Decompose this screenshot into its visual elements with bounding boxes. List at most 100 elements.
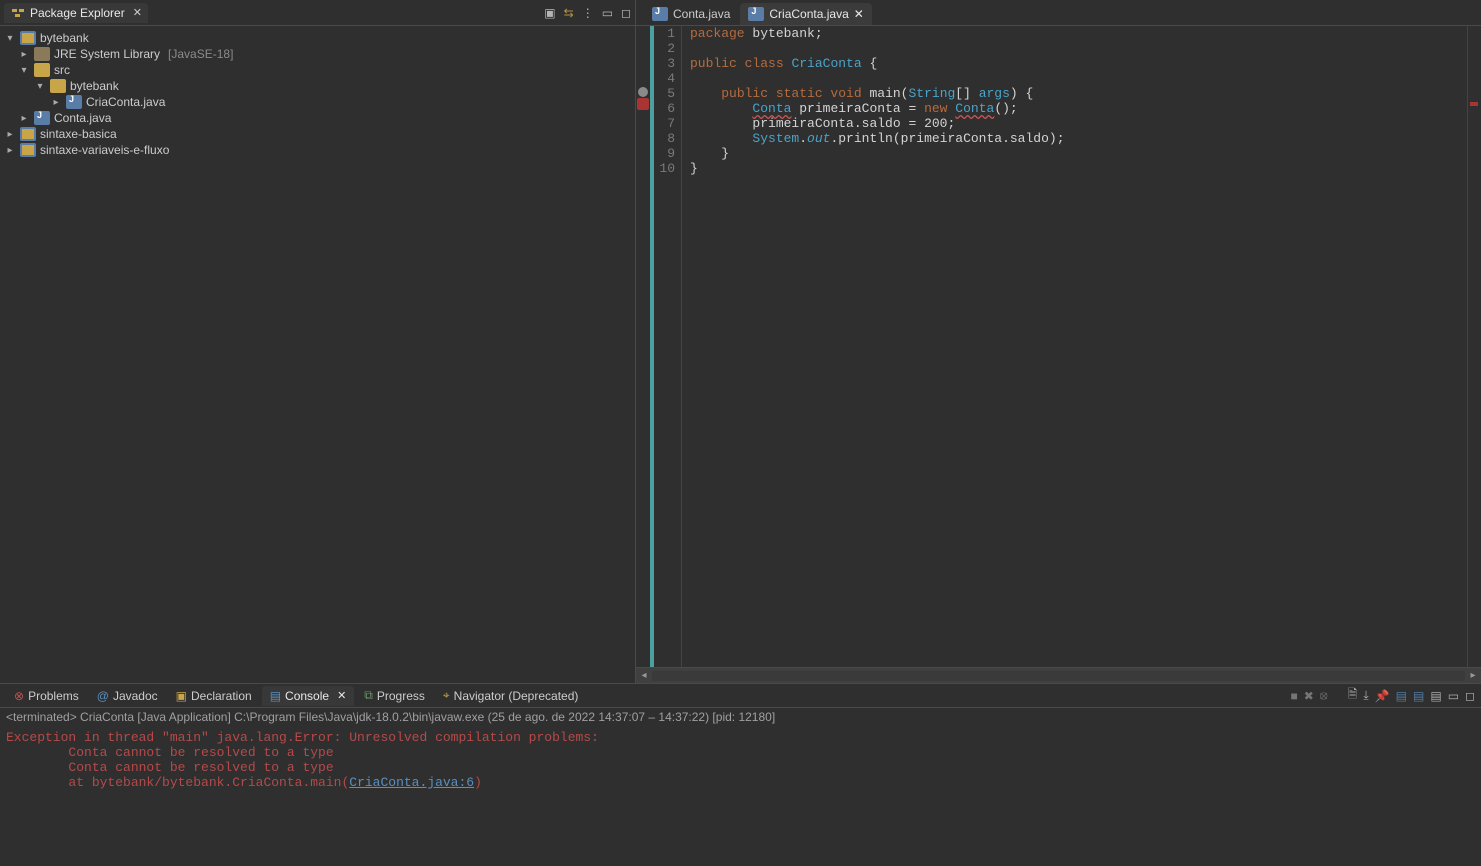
package-explorer-tree[interactable]: ▾ bytebank ▸ JRE System Library [JavaSE-…	[0, 26, 635, 683]
chevron-down-icon[interactable]: ▾	[18, 65, 30, 76]
tree-label: sintaxe-basica	[40, 127, 117, 141]
progress-icon: ⧉	[364, 688, 373, 703]
error-tick-icon[interactable]	[1470, 102, 1478, 106]
scroll-left-icon[interactable]: ◂	[636, 670, 652, 681]
pin-console-icon[interactable]: 📌	[1375, 689, 1390, 703]
chevron-right-icon[interactable]: ▸	[18, 49, 30, 60]
console-toolbar: ■ ✖ ⦻ 🗎 ⤓ 📌 ▤ ▤ ▤ ▭ ◻	[1290, 685, 1475, 706]
scroll-right-icon[interactable]: ▸	[1465, 670, 1481, 681]
chevron-down-icon[interactable]: ▾	[34, 81, 46, 92]
editor-tab-conta[interactable]: Conta.java	[644, 3, 738, 25]
open-console-icon[interactable]: ▤	[1413, 689, 1424, 703]
library-icon	[34, 47, 50, 61]
package-explorer-title: Package Explorer	[30, 6, 125, 20]
tree-label: Conta.java	[54, 111, 111, 125]
scroll-lock-icon[interactable]: ⤓	[1363, 688, 1368, 703]
line-number: 9	[654, 146, 675, 161]
line-number-gutter: 1 2 3 4 5 6 7 8 9 10	[650, 26, 682, 667]
remove-all-icon[interactable]: ⦻	[1320, 688, 1328, 703]
code-editor[interactable]: 1 2 3 4 5 6 7 8 9 10 package bytebank; p…	[636, 26, 1481, 667]
console-run-title: <terminated> CriaConta [Java Application…	[0, 708, 1481, 726]
line-number: 5	[654, 86, 675, 101]
overview-ruler[interactable]	[1467, 26, 1481, 667]
display-console-icon[interactable]: ▤	[1396, 689, 1407, 703]
tree-node-jre[interactable]: ▸ JRE System Library [JavaSE-18]	[0, 46, 635, 62]
maximize-icon[interactable]: ◻	[1465, 689, 1475, 703]
package-explorer-pane: Package Explorer ✕ ▣ ⇆ ⋮ ▭ ◻ ▾ bytebank …	[0, 0, 636, 683]
editor-tab-label: CriaConta.java	[769, 7, 848, 21]
code-area[interactable]: package bytebank; public class CriaConta…	[682, 26, 1467, 667]
view-menu-icon[interactable]: ⋮	[582, 6, 594, 20]
tab-label: Javadoc	[113, 689, 158, 703]
stacktrace-link[interactable]: CriaConta.java:6	[349, 775, 474, 790]
editor-tabbar: Conta.java CriaConta.java ✕	[636, 0, 1481, 26]
line-number: 3	[654, 56, 675, 71]
tree-label: sintaxe-variaveis-e-fluxo	[40, 143, 169, 157]
tree-node-project-bytebank[interactable]: ▾ bytebank	[0, 30, 635, 46]
marker-bar	[636, 26, 650, 667]
minimize-icon[interactable]: ▭	[602, 6, 613, 20]
line-number: 6	[654, 101, 675, 116]
java-file-icon	[66, 95, 82, 109]
chevron-right-icon[interactable]: ▸	[18, 113, 30, 124]
tab-console[interactable]: ▤ Console ✕	[262, 686, 355, 706]
tree-node-file-criaconta[interactable]: ▸ CriaConta.java	[0, 94, 635, 110]
scroll-track[interactable]	[652, 671, 1465, 681]
tree-node-file-conta[interactable]: ▸ Conta.java	[0, 110, 635, 126]
tab-progress[interactable]: ⧉ Progress	[356, 685, 433, 706]
tab-label: Problems	[28, 689, 79, 703]
java-file-icon	[34, 111, 50, 125]
console-line: at bytebank/bytebank.CriaConta.main(Cria…	[6, 775, 1475, 790]
close-icon[interactable]: ✕	[854, 7, 864, 21]
chevron-right-icon[interactable]: ▸	[4, 145, 16, 156]
terminate-icon[interactable]: ■	[1290, 689, 1297, 703]
tab-problems[interactable]: ⊗ Problems	[6, 686, 87, 706]
clear-console-icon[interactable]: 🗎	[1348, 685, 1358, 706]
console-line: Conta cannot be resolved to a type	[6, 760, 1475, 775]
tree-label: bytebank	[40, 31, 89, 45]
console-text: at bytebank/bytebank.CriaConta.main(	[6, 775, 349, 790]
tab-javadoc[interactable]: @ Javadoc	[89, 686, 166, 706]
chevron-right-icon[interactable]: ▸	[50, 97, 62, 108]
tree-node-package[interactable]: ▾ bytebank	[0, 78, 635, 94]
javadoc-icon: @	[97, 689, 109, 703]
close-icon[interactable]: ✕	[337, 689, 346, 702]
tab-declaration[interactable]: ▣ Declaration	[168, 686, 260, 706]
chevron-right-icon[interactable]: ▸	[4, 129, 16, 140]
source-folder-icon	[34, 63, 50, 77]
line-number: 8	[654, 131, 675, 146]
console-line: Conta cannot be resolved to a type	[6, 745, 1475, 760]
console-line: Exception in thread "main" java.lang.Err…	[6, 730, 1475, 745]
new-console-icon[interactable]: ▤	[1430, 689, 1441, 703]
package-explorer-tab[interactable]: Package Explorer ✕	[4, 3, 148, 23]
collapse-all-icon[interactable]: ▣	[544, 6, 555, 20]
tab-label: Progress	[377, 689, 425, 703]
tree-label: bytebank	[70, 79, 119, 93]
link-editor-icon[interactable]: ⇆	[564, 6, 574, 20]
java-file-icon	[748, 7, 764, 21]
declaration-icon: ▣	[176, 689, 187, 703]
project-icon	[20, 143, 36, 157]
tree-node-project-sintaxe-variaveis[interactable]: ▸ sintaxe-variaveis-e-fluxo	[0, 142, 635, 158]
package-explorer-tabbar: Package Explorer ✕ ▣ ⇆ ⋮ ▭ ◻	[0, 0, 635, 26]
tab-navigator[interactable]: ⌖ Navigator (Deprecated)	[435, 685, 587, 706]
chevron-down-icon[interactable]: ▾	[4, 33, 16, 44]
maximize-icon[interactable]: ◻	[621, 6, 631, 20]
package-explorer-toolbar: ▣ ⇆ ⋮ ▭ ◻	[544, 6, 631, 20]
editor-pane: Conta.java CriaConta.java ✕ 1 2 3 4 5 6	[636, 0, 1481, 683]
tree-node-project-sintaxe-basica[interactable]: ▸ sintaxe-basica	[0, 126, 635, 142]
console-output[interactable]: Exception in thread "main" java.lang.Err…	[0, 726, 1481, 866]
remove-launch-icon[interactable]: ✖	[1304, 689, 1314, 703]
tab-label: Console	[285, 689, 329, 703]
minimize-icon[interactable]: ▭	[1448, 689, 1459, 703]
close-icon[interactable]: ✕	[133, 6, 142, 19]
console-text: )	[474, 775, 482, 790]
tree-label: src	[54, 63, 70, 77]
horizontal-scrollbar[interactable]: ◂ ▸	[636, 667, 1481, 683]
tree-node-src[interactable]: ▾ src	[0, 62, 635, 78]
run-marker-icon	[638, 87, 648, 97]
problems-icon: ⊗	[14, 689, 24, 703]
error-marker-icon[interactable]	[637, 98, 649, 110]
editor-tab-criaconta[interactable]: CriaConta.java ✕	[740, 3, 871, 25]
line-number: 7	[654, 116, 675, 131]
